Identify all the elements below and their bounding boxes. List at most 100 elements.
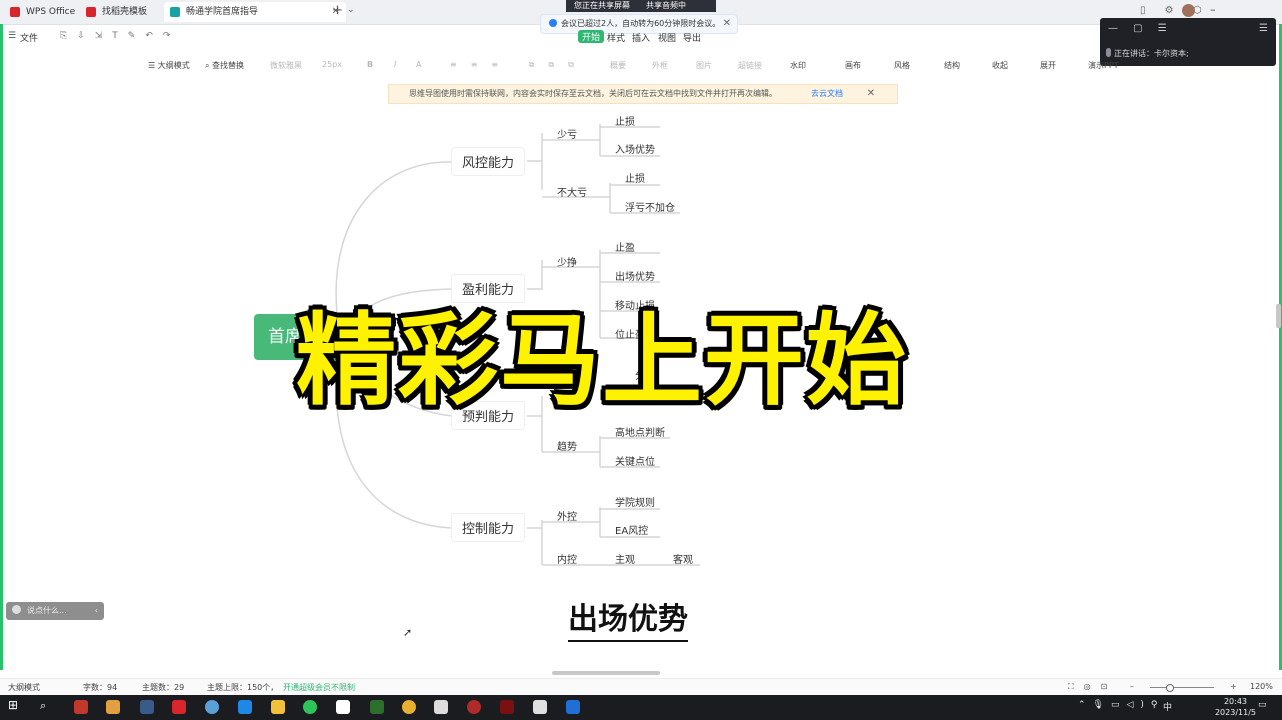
structure-button[interactable]: 结构 (944, 60, 960, 71)
subtopic[interactable]: 不大亏 (557, 184, 587, 199)
collapse-chat-icon[interactable]: ‹ (95, 602, 98, 620)
menu-row: ☰ 文件 ⎘⇩⇲T✎↶↷ 开始 样式 插入 视图 导出 (0, 26, 1282, 48)
system-tray-icons[interactable]: ⌃🎙︎▭◁)⚲ (1078, 700, 1165, 710)
app-icon[interactable] (74, 700, 88, 714)
audio-share-status: 共享音频中 (646, 1, 686, 10)
app-icon[interactable] (434, 700, 448, 714)
leaf-topic[interactable]: 学院规则 (615, 494, 655, 509)
view-controls-icons[interactable]: ⛶◎⊡ – (1068, 682, 1144, 692)
tab-list-chevron-icon[interactable]: ⌄ (347, 5, 355, 15)
zoom-slider[interactable] (1150, 687, 1214, 688)
subtopic[interactable]: 内控 (557, 551, 577, 566)
app-icon[interactable] (533, 700, 547, 714)
menu-start[interactable]: 开始 (578, 30, 605, 43)
subtopic[interactable]: 少亏 (557, 126, 577, 141)
screen-share-bar: 您正在共享屏幕 共享音频中 (566, 0, 716, 12)
wps-taskbar-icon[interactable] (172, 700, 186, 714)
chat-hint-text: 说点什么... (27, 606, 67, 615)
find-replace-button[interactable]: ⌕ 查找替换 (205, 60, 244, 71)
app-icon[interactable] (467, 700, 481, 714)
app-icon[interactable] (500, 700, 514, 714)
overlay-caption: 精彩马上开始 (296, 302, 908, 419)
collapse-button[interactable]: 收起 (992, 60, 1008, 71)
zoom-slider-handle[interactable] (1166, 684, 1174, 692)
outline-mode-button[interactable]: ☰ 大纲模式 (148, 60, 190, 71)
horizontal-scrollbar[interactable] (552, 671, 660, 675)
topic-risk-control[interactable]: 风控能力 (452, 148, 525, 175)
export-ppt-button[interactable]: 演示PPT (1088, 60, 1119, 71)
file-menu[interactable]: 文件 (20, 31, 38, 44)
bold-button[interactable]: B (367, 60, 373, 69)
canvas-button[interactable]: 画布 (845, 60, 861, 71)
notification-icon[interactable]: ▭ (1258, 700, 1267, 710)
subtopic[interactable]: 外控 (557, 508, 577, 523)
quick-access-icons[interactable]: ⎘⇩⇲T✎↶↷ (60, 31, 180, 41)
menu-style[interactable]: 样式 (607, 31, 625, 44)
tab-mindmap-doc[interactable]: 畅通学院首席指导 ✕ (164, 2, 346, 22)
italic-button[interactable]: I (394, 60, 396, 69)
topic-control[interactable]: 控制能力 (452, 514, 525, 541)
vertical-scrollbar[interactable] (1276, 304, 1281, 328)
wps-logo-icon (10, 7, 20, 17)
zoom-in-icon[interactable]: + (1230, 682, 1237, 691)
ime-indicator[interactable]: 中 (1163, 700, 1172, 713)
search-icon[interactable]: ⌕ (40, 699, 54, 713)
leaf-topic[interactable]: 客观 (673, 551, 693, 566)
leaf-topic[interactable]: 高地点判断 (615, 424, 665, 439)
video-subtitle: 出场优势 (568, 600, 688, 642)
menu-export[interactable]: 导出 (683, 31, 701, 44)
wechat-icon[interactable] (303, 700, 317, 714)
leaf-topic[interactable]: 止损 (625, 170, 645, 185)
leaf-topic[interactable]: 止盈 (615, 239, 635, 254)
leaf-topic[interactable]: 出场优势 (615, 268, 655, 283)
leaf-topic[interactable]: EA风控 (615, 522, 648, 537)
align-icons[interactable]: ≡≡≡ ⧉⧉⧉ (450, 60, 588, 70)
font-color-button[interactable]: A (416, 60, 421, 69)
outline-mode-status[interactable]: 大纲模式 (8, 682, 40, 693)
watermark-button[interactable]: 水印 (790, 60, 806, 71)
upgrade-link[interactable]: 开通超级会员不限制 (283, 682, 355, 693)
hamburger-icon[interactable]: ☰ (8, 31, 16, 41)
image-button[interactable]: 图片 (696, 60, 712, 71)
frame-button[interactable]: 外框 (652, 60, 668, 71)
leaf-topic[interactable]: 入场优势 (615, 141, 655, 156)
subtopic[interactable]: 少挣 (557, 254, 577, 269)
font-size-select[interactable]: 25px (322, 60, 342, 69)
word-count: 字数：94 (83, 683, 118, 692)
windows-start-icon[interactable]: ⊞ (8, 698, 22, 712)
app-icon[interactable] (205, 700, 219, 714)
template-icon (86, 7, 96, 17)
toolbar: ☰ 大纲模式 ⌕ 查找替换 微软雅黑 25px B I A ≡≡≡ ⧉⧉⧉ 概要… (0, 56, 1282, 76)
mouse-cursor-icon: ➚ (403, 626, 413, 639)
clock-date: 2023/11/5 (1214, 708, 1256, 717)
taskbar-clock[interactable]: 20:43 2023/11/5 (1215, 696, 1256, 718)
summary-button[interactable]: 概要 (610, 60, 626, 71)
hyperlink-button[interactable]: 超链接 (738, 60, 762, 71)
leaf-topic[interactable]: 主观 (615, 551, 635, 566)
tab-label: 找稻壳模板 (102, 7, 148, 17)
font-select[interactable]: 微软雅黑 (270, 60, 302, 71)
status-bar: 大纲模式 字数：94 主题数：29 主题上限：150个， 开通超级会员不限制 ⛶… (0, 678, 1282, 695)
window-extra-icons[interactable]: ▯ ⚙ ⬡ (1140, 5, 1210, 16)
expand-button[interactable]: 展开 (1040, 60, 1056, 71)
app-icon[interactable] (336, 700, 350, 714)
chat-input-hint[interactable]: 说点什么... ‹ (6, 602, 104, 620)
leaf-topic[interactable]: 浮亏不加仓 (625, 199, 675, 214)
new-tab-button[interactable]: + (332, 3, 343, 18)
find-replace-label: 查找替换 (212, 61, 245, 70)
leaf-topic[interactable]: 止损 (615, 113, 635, 128)
app-icon[interactable] (566, 700, 580, 714)
avatar[interactable] (1182, 4, 1195, 17)
app-icon[interactable] (140, 700, 154, 714)
app-icon[interactable] (370, 700, 384, 714)
style-button[interactable]: 风格 (894, 60, 910, 71)
menu-view[interactable]: 视图 (658, 31, 676, 44)
subtopic[interactable]: 趋势 (557, 438, 577, 453)
leaf-topic[interactable]: 关键点位 (615, 453, 655, 468)
folder-icon[interactable] (271, 700, 285, 714)
menu-insert[interactable]: 插入 (632, 31, 650, 44)
app-icon[interactable] (106, 700, 120, 714)
app-icon[interactable] (238, 700, 252, 714)
tab-label: 畅通学院首席指导 (186, 7, 259, 17)
chrome-icon[interactable] (402, 700, 416, 714)
